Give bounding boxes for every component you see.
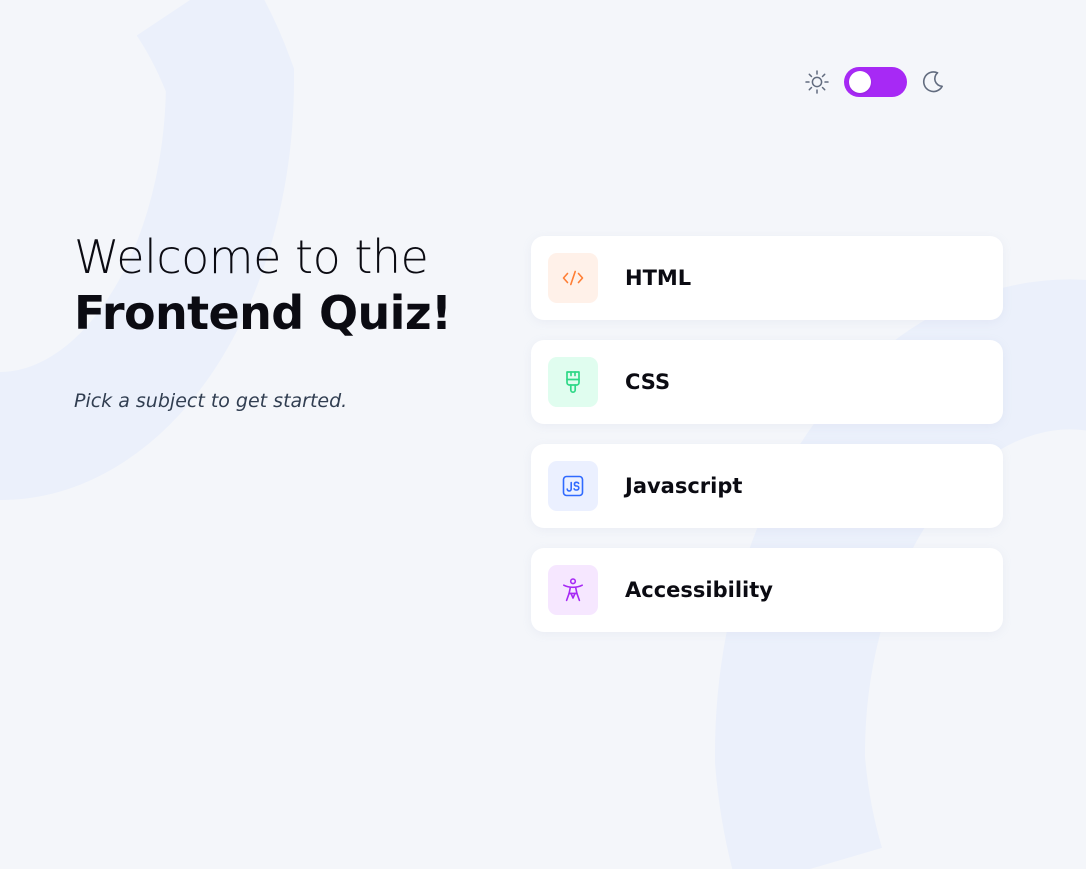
theme-toggle[interactable]	[844, 67, 907, 97]
subject-label: Accessibility	[625, 578, 773, 602]
quiz-title: Frontend Quiz!	[74, 286, 452, 340]
subject-label: Javascript	[625, 474, 743, 498]
javascript-js-icon	[548, 461, 598, 511]
subject-html-button[interactable]: HTML	[531, 236, 1003, 320]
sun-icon	[805, 70, 829, 94]
subject-label: CSS	[625, 370, 671, 394]
moon-icon	[922, 71, 943, 93]
accessibility-person-icon	[548, 565, 598, 615]
theme-switcher	[803, 64, 946, 100]
theme-toggle-knob	[849, 71, 871, 93]
subject-css-button[interactable]: CSS	[531, 340, 1003, 424]
subtitle: Pick a subject to get started.	[74, 390, 348, 412]
welcome-heading: Welcome to the	[74, 230, 429, 284]
subject-list: HTML CSS Javascript Accessibility	[531, 236, 1003, 632]
subject-javascript-button[interactable]: Javascript	[531, 444, 1003, 528]
welcome-section: Welcome to the Frontend Quiz! Pick a sub…	[74, 229, 494, 412]
html-code-icon	[548, 253, 598, 303]
page-title: Welcome to the Frontend Quiz!	[74, 229, 494, 341]
subject-accessibility-button[interactable]: Accessibility	[531, 548, 1003, 632]
css-brush-icon	[548, 357, 598, 407]
subject-label: HTML	[625, 266, 692, 290]
